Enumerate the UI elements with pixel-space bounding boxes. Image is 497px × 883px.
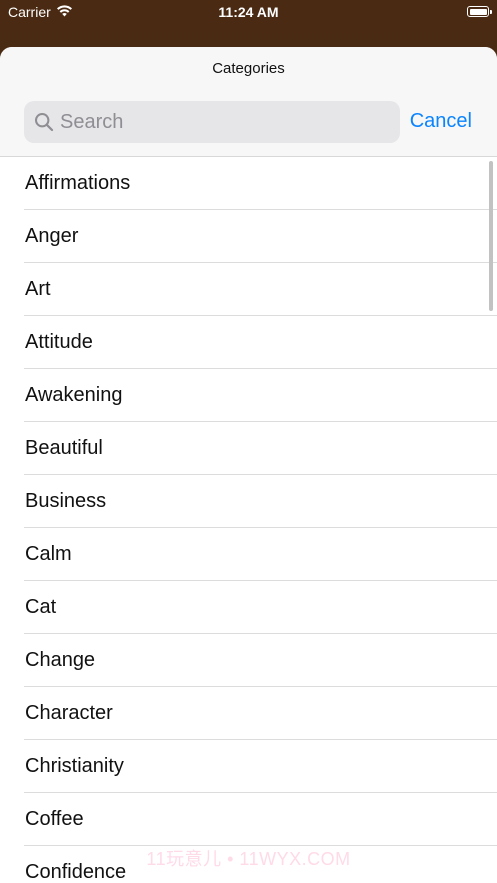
category-label: Business [25,490,107,512]
category-row[interactable]: Awakening [0,369,497,422]
category-row[interactable]: Christianity [0,740,497,793]
category-row[interactable]: Character [0,687,497,740]
search-input[interactable] [60,101,390,143]
category-label: Art [25,278,51,300]
category-label: Christianity [25,755,124,777]
category-row[interactable]: Change [0,634,497,687]
search-field[interactable] [24,101,400,143]
categories-sheet: Categories Cancel Affirmations Anger Art At… [0,47,497,883]
category-row[interactable]: Calm [0,528,497,581]
category-label: Coffee [25,808,84,830]
category-label: Character [25,702,113,724]
category-label: Affirmations [25,172,131,194]
status-time: 11:24 AM [218,4,279,20]
category-label: Change [25,649,96,671]
category-row[interactable]: Business [0,475,497,528]
category-label: Calm [25,543,72,565]
search-icon [34,112,54,132]
category-label: Awakening [25,384,123,406]
category-row[interactable]: Coffee [0,793,497,846]
sheet-title: Categories [212,60,285,77]
category-label: Cat [25,596,57,618]
cancel-button[interactable]: Cancel [410,110,472,133]
category-label: Anger [25,225,79,247]
category-row[interactable]: Art [0,263,497,316]
app-screen: Carrier 11:24 AM Categories Search Cance… [0,0,497,883]
battery-icon [467,6,492,17]
category-row[interactable]: Anger [0,210,497,263]
category-row[interactable]: Beautiful [0,422,497,475]
category-row[interactable]: Confidence [0,846,497,883]
status-bar: Carrier 11:24 AM [0,0,497,26]
category-list[interactable]: Affirmations Anger Art Attitude Awakening Bea… [0,157,497,883]
category-row[interactable]: Attitude [0,316,497,369]
sheet-header: Categories Cancel [0,47,497,157]
category-label: Beautiful [25,437,103,459]
category-label: Attitude [25,331,93,353]
category-row[interactable]: Cat [0,581,497,634]
category-row[interactable]: Affirmations [0,157,497,210]
scroll-indicator[interactable] [489,161,493,311]
category-label: Confidence [25,861,127,883]
